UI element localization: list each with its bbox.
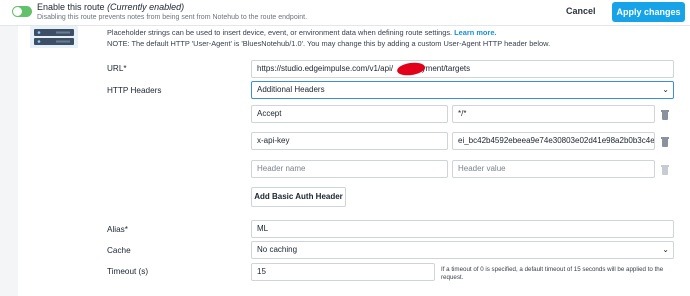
- chevron-down-icon: ⌄: [662, 85, 669, 94]
- cache-selected: No caching: [257, 245, 298, 254]
- alias-input[interactable]: ML: [251, 220, 674, 238]
- add-basic-auth-header-button[interactable]: Add Basic Auth Header: [251, 187, 346, 207]
- delete-header-icon[interactable]: [661, 137, 669, 147]
- enable-route-title: Enable this route (Currently enabled): [37, 2, 184, 12]
- url-value-prefix: https://studio.edgeimpulse.com/v1/api/: [257, 64, 394, 73]
- delete-header-icon[interactable]: [661, 110, 669, 120]
- http-headers-select[interactable]: Additional Headers ⌄: [251, 81, 674, 99]
- route-header-bar: Enable this route (Currently enabled) Di…: [0, 0, 690, 26]
- timeout-note-line1: If a timeout of 0 is specified, a defaul…: [441, 266, 664, 273]
- placeholder-note: Placeholder strings can be used to inser…: [107, 28, 496, 37]
- enable-route-toggle[interactable]: [12, 6, 32, 17]
- apply-changes-button[interactable]: Apply changes: [612, 2, 685, 22]
- alias-label: Alias*: [107, 225, 128, 234]
- header-value-input[interactable]: */*: [452, 105, 655, 123]
- delete-header-icon: [661, 165, 669, 175]
- enable-route-description: Disabling this route prevents notes from…: [37, 14, 308, 21]
- http-headers-selected: Additional Headers: [257, 85, 325, 94]
- timeout-note-line2: request.: [441, 274, 464, 281]
- header-name-input[interactable]: Accept: [251, 105, 448, 123]
- cancel-button[interactable]: Cancel: [566, 6, 596, 16]
- url-input[interactable]: https://studio.edgeimpulse.com/v1/api/de…: [251, 60, 674, 78]
- new-header-value-input[interactable]: Header value: [452, 160, 655, 178]
- enable-route-status: (Currently enabled): [107, 2, 185, 12]
- header-name-input[interactable]: x-api-key: [251, 132, 448, 150]
- learn-more-link[interactable]: Learn more.: [454, 28, 496, 37]
- url-label: URL*: [107, 64, 127, 73]
- cache-select[interactable]: No caching ⌄: [251, 241, 674, 259]
- placeholder-note-text: Placeholder strings can be used to inser…: [107, 28, 453, 37]
- user-agent-note: NOTE: The default HTTP 'User-Agent' is '…: [107, 39, 551, 48]
- cache-label: Cache: [107, 246, 131, 255]
- enable-route-label: Enable this route: [37, 2, 105, 12]
- http-headers-label: HTTP Headers: [107, 86, 162, 95]
- header-value-input[interactable]: ei_bc42b4592ebeea9e74e30803e02d41e98a2b0…: [452, 132, 655, 150]
- chevron-down-icon: ⌄: [662, 245, 669, 254]
- timeout-label: Timeout (s): [107, 267, 149, 276]
- new-header-name-input[interactable]: Header name: [251, 160, 448, 178]
- timeout-input[interactable]: 15: [251, 263, 435, 281]
- toggle-knob: [13, 7, 22, 16]
- server-illustration-icon: [30, 26, 78, 48]
